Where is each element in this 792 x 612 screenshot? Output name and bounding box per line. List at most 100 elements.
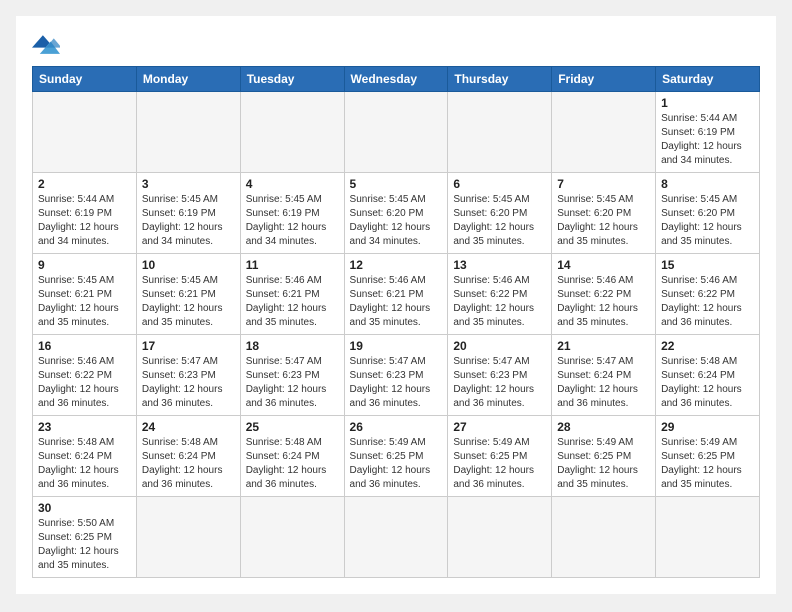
day-number: 2 [38, 177, 131, 191]
calendar-week-2: 9Sunrise: 5:45 AM Sunset: 6:21 PM Daylig… [33, 254, 760, 335]
day-info: Sunrise: 5:49 AM Sunset: 6:25 PM Dayligh… [453, 436, 546, 492]
calendar-cell: 12 Sunrise: 5:46 AM Sunset: 6:21 PM Dayli… [344, 254, 448, 335]
weekday-header-friday: Friday [552, 67, 656, 92]
weekday-header-thursday: Thursday [448, 67, 552, 92]
day-number: 23 [38, 420, 131, 434]
day-info: Sunrise: 5:48 AM Sunset: 6:24 PM Dayligh… [38, 436, 131, 492]
calendar-cell [136, 497, 240, 578]
day-info: Sunrise: 5:45 AM Sunset: 6:19 PM Dayligh… [142, 193, 235, 249]
day-number: 29 [661, 420, 754, 434]
calendar-cell: 16 Sunrise: 5:46 AM Sunset: 6:22 PM Dayli… [33, 335, 137, 416]
day-number: 24 [142, 420, 235, 434]
day-info: Sunrise: 5:46 AM Sunset: 6:21 PM Dayligh… [246, 274, 339, 330]
day-info: Sunrise: 5:46 AM Sunset: 6:21 PM Dayligh… [350, 274, 443, 330]
day-info: Sunrise: 5:47 AM Sunset: 6:23 PM Dayligh… [246, 355, 339, 411]
day-info: Sunrise: 5:47 AM Sunset: 6:23 PM Dayligh… [142, 355, 235, 411]
day-info: Sunrise: 5:45 AM Sunset: 6:20 PM Dayligh… [661, 193, 754, 249]
calendar-cell: 8 Sunrise: 5:45 AM Sunset: 6:20 PM Daylig… [656, 173, 760, 254]
calendar-page: SundayMondayTuesdayWednesdayThursdayFrid… [16, 16, 776, 594]
calendar-week-4: 23 Sunrise: 5:48 AM Sunset: 6:24 PM Dayli… [33, 416, 760, 497]
calendar-cell [552, 497, 656, 578]
calendar-week-3: 16 Sunrise: 5:46 AM Sunset: 6:22 PM Dayli… [33, 335, 760, 416]
calendar-cell: 6 Sunrise: 5:45 AM Sunset: 6:20 PM Daylig… [448, 173, 552, 254]
calendar-cell: 11 Sunrise: 5:46 AM Sunset: 6:21 PM Dayli… [240, 254, 344, 335]
calendar-cell: 19 Sunrise: 5:47 AM Sunset: 6:23 PM Dayli… [344, 335, 448, 416]
calendar-cell: 28 Sunrise: 5:49 AM Sunset: 6:25 PM Dayli… [552, 416, 656, 497]
day-info: Sunrise: 5:46 AM Sunset: 6:22 PM Dayligh… [661, 274, 754, 330]
day-number: 17 [142, 339, 235, 353]
day-number: 30 [38, 501, 131, 515]
day-info: Sunrise: 5:45 AM Sunset: 6:19 PM Dayligh… [246, 193, 339, 249]
calendar-cell: 5Sunrise: 5:45 AM Sunset: 6:20 PM Daylig… [344, 173, 448, 254]
weekday-header-row: SundayMondayTuesdayWednesdayThursdayFrid… [33, 67, 760, 92]
day-info: Sunrise: 5:47 AM Sunset: 6:23 PM Dayligh… [453, 355, 546, 411]
calendar-cell: 17 Sunrise: 5:47 AM Sunset: 6:23 PM Dayli… [136, 335, 240, 416]
day-number: 16 [38, 339, 131, 353]
day-number: 18 [246, 339, 339, 353]
calendar-cell: 1 Sunrise: 5:44 AM Sunset: 6:19 PM Daylig… [656, 92, 760, 173]
calendar-cell: 27 Sunrise: 5:49 AM Sunset: 6:25 PM Dayli… [448, 416, 552, 497]
day-number: 9 [38, 258, 131, 272]
day-info: Sunrise: 5:48 AM Sunset: 6:24 PM Dayligh… [142, 436, 235, 492]
calendar-cell: 9Sunrise: 5:45 AM Sunset: 6:21 PM Daylig… [33, 254, 137, 335]
day-info: Sunrise: 5:44 AM Sunset: 6:19 PM Dayligh… [38, 193, 131, 249]
calendar-cell [240, 92, 344, 173]
day-number: 1 [661, 96, 754, 110]
weekday-header-tuesday: Tuesday [240, 67, 344, 92]
day-info: Sunrise: 5:47 AM Sunset: 6:24 PM Dayligh… [557, 355, 650, 411]
calendar-cell: 26Sunrise: 5:49 AM Sunset: 6:25 PM Dayli… [344, 416, 448, 497]
day-info: Sunrise: 5:46 AM Sunset: 6:22 PM Dayligh… [38, 355, 131, 411]
day-number: 6 [453, 177, 546, 191]
day-number: 5 [350, 177, 443, 191]
calendar-cell: 13Sunrise: 5:46 AM Sunset: 6:22 PM Dayli… [448, 254, 552, 335]
calendar-cell: 4 Sunrise: 5:45 AM Sunset: 6:19 PM Daylig… [240, 173, 344, 254]
day-info: Sunrise: 5:49 AM Sunset: 6:25 PM Dayligh… [661, 436, 754, 492]
day-number: 27 [453, 420, 546, 434]
day-info: Sunrise: 5:50 AM Sunset: 6:25 PM Dayligh… [38, 517, 131, 573]
day-number: 11 [246, 258, 339, 272]
day-number: 22 [661, 339, 754, 353]
day-info: Sunrise: 5:46 AM Sunset: 6:22 PM Dayligh… [557, 274, 650, 330]
day-number: 28 [557, 420, 650, 434]
day-number: 7 [557, 177, 650, 191]
calendar-cell [136, 92, 240, 173]
calendar-cell [240, 497, 344, 578]
calendar-cell: 24 Sunrise: 5:48 AM Sunset: 6:24 PM Dayli… [136, 416, 240, 497]
day-info: Sunrise: 5:47 AM Sunset: 6:23 PM Dayligh… [350, 355, 443, 411]
calendar-cell [344, 497, 448, 578]
calendar-cell [344, 92, 448, 173]
day-info: Sunrise: 5:44 AM Sunset: 6:19 PM Dayligh… [661, 112, 754, 168]
weekday-header-sunday: Sunday [33, 67, 137, 92]
calendar-cell: 25Sunrise: 5:48 AM Sunset: 6:24 PM Dayli… [240, 416, 344, 497]
calendar-cell: 20 Sunrise: 5:47 AM Sunset: 6:23 PM Dayli… [448, 335, 552, 416]
calendar-week-1: 2 Sunrise: 5:44 AM Sunset: 6:19 PM Daylig… [33, 173, 760, 254]
day-number: 8 [661, 177, 754, 191]
calendar-cell: 21Sunrise: 5:47 AM Sunset: 6:24 PM Dayli… [552, 335, 656, 416]
day-info: Sunrise: 5:45 AM Sunset: 6:20 PM Dayligh… [453, 193, 546, 249]
calendar-cell: 15 Sunrise: 5:46 AM Sunset: 6:22 PM Dayli… [656, 254, 760, 335]
day-number: 19 [350, 339, 443, 353]
weekday-header-saturday: Saturday [656, 67, 760, 92]
day-number: 20 [453, 339, 546, 353]
calendar-cell: 30 Sunrise: 5:50 AM Sunset: 6:25 PM Dayli… [33, 497, 137, 578]
day-info: Sunrise: 5:46 AM Sunset: 6:22 PM Dayligh… [453, 274, 546, 330]
calendar-cell: 10Sunrise: 5:45 AM Sunset: 6:21 PM Dayli… [136, 254, 240, 335]
calendar-cell: 7 Sunrise: 5:45 AM Sunset: 6:20 PM Daylig… [552, 173, 656, 254]
calendar-cell [448, 92, 552, 173]
page-header [32, 32, 760, 54]
day-info: Sunrise: 5:49 AM Sunset: 6:25 PM Dayligh… [557, 436, 650, 492]
day-number: 26 [350, 420, 443, 434]
calendar-cell: 14 Sunrise: 5:46 AM Sunset: 6:22 PM Dayli… [552, 254, 656, 335]
day-number: 14 [557, 258, 650, 272]
calendar-week-5: 30 Sunrise: 5:50 AM Sunset: 6:25 PM Dayli… [33, 497, 760, 578]
day-number: 12 [350, 258, 443, 272]
day-number: 3 [142, 177, 235, 191]
calendar-cell [656, 497, 760, 578]
day-info: Sunrise: 5:45 AM Sunset: 6:20 PM Dayligh… [557, 193, 650, 249]
day-number: 4 [246, 177, 339, 191]
weekday-header-monday: Monday [136, 67, 240, 92]
day-number: 25 [246, 420, 339, 434]
day-info: Sunrise: 5:48 AM Sunset: 6:24 PM Dayligh… [661, 355, 754, 411]
calendar-table: SundayMondayTuesdayWednesdayThursdayFrid… [32, 66, 760, 578]
day-number: 15 [661, 258, 754, 272]
